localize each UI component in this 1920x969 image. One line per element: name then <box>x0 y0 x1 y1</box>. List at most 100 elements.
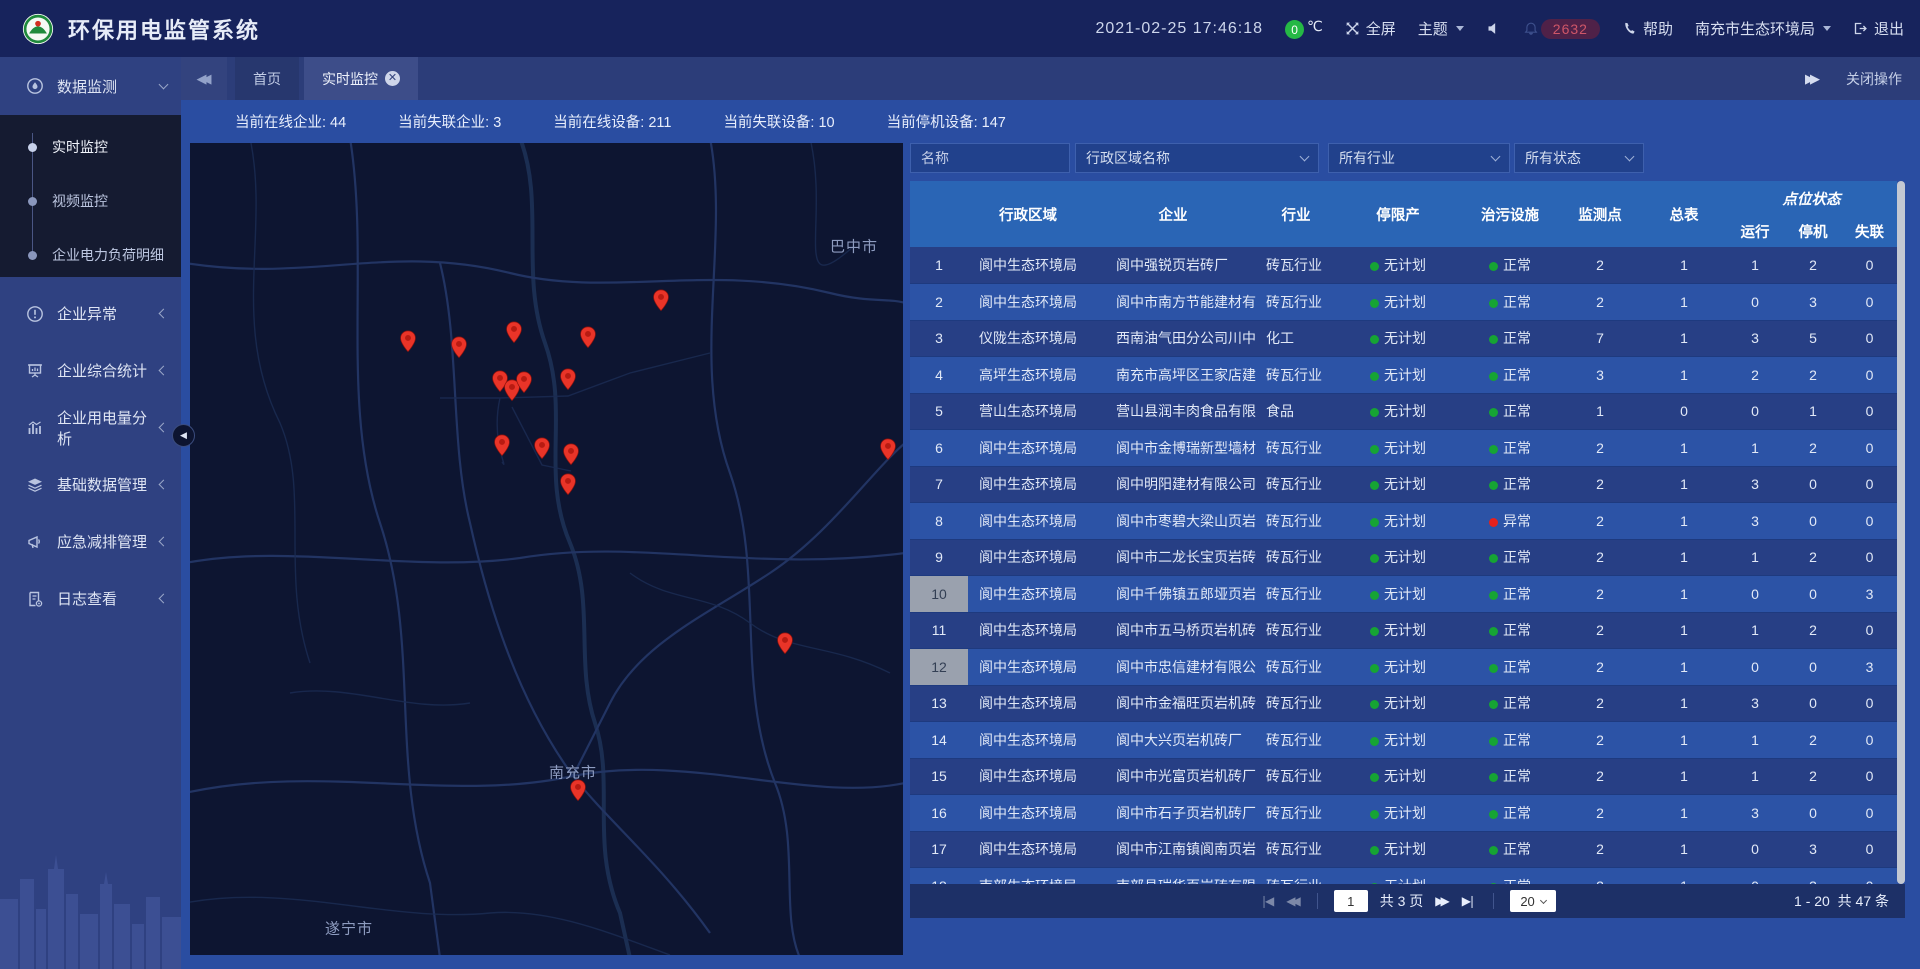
status-filter-select[interactable]: 所有状态 <box>1514 143 1644 173</box>
sidebar-item-power-load-detail[interactable]: 企业电力负荷明细 <box>0 228 181 282</box>
table-row[interactable]: 2阆中生态环境局阆中市南方节能建材有砖瓦行业无计划正常21030 <box>910 284 1897 321</box>
cell-region: 阆中生态环境局 <box>968 722 1088 759</box>
status-dot-green <box>1370 262 1379 271</box>
org-menu[interactable]: 南充市生态环境局 <box>1695 18 1831 39</box>
tabs-scroll-left-button[interactable]: ◀◀ <box>181 57 227 100</box>
page-number-input[interactable] <box>1334 890 1368 912</box>
sidebar-item-realtime-monitor[interactable]: 实时监控 <box>0 120 181 174</box>
sidebar-item-base-data[interactable]: 基础数据管理 <box>0 456 181 513</box>
map-pin[interactable] <box>506 321 523 349</box>
sidebar-item-emergency-reduction[interactable]: 应急减排管理 <box>0 513 181 570</box>
cell-industry: 砖瓦行业 <box>1258 576 1334 613</box>
map-pin[interactable] <box>580 326 597 354</box>
last-page-button[interactable]: ▶❘ <box>1462 894 1477 908</box>
first-page-button[interactable]: ❘◀ <box>1259 894 1274 908</box>
col-industry[interactable]: 行业 <box>1258 181 1334 247</box>
col-company[interactable]: 企业 <box>1088 181 1258 247</box>
map-pin[interactable] <box>494 434 511 462</box>
sidebar-item-power-analysis[interactable]: 企业用电量分析 <box>0 399 181 456</box>
table-row[interactable]: 13阆中生态环境局阆中市金福旺页岩机砖砖瓦行业无计划正常21300 <box>910 685 1897 722</box>
table-row[interactable]: 17阆中生态环境局阆中市江南镇阆南页岩砖瓦行业无计划正常21030 <box>910 831 1897 868</box>
map-pin[interactable] <box>570 779 587 807</box>
cell-row-number: 14 <box>910 722 968 759</box>
sidebar-item-enterprise-abnormal[interactable]: 企业异常 <box>0 285 181 342</box>
table-row[interactable]: 6阆中生态环境局阆中市金博瑞新型墙材砖瓦行业无计划正常21120 <box>910 430 1897 467</box>
sidebar-item-log-view[interactable]: 日志查看 <box>0 570 181 627</box>
cell-industry: 砖瓦行业 <box>1258 284 1334 321</box>
tab-realtime-monitor[interactable]: 实时监控 ✕ <box>304 57 418 100</box>
table-row[interactable]: 8阆中生态环境局阆中市枣碧大梁山页岩砖瓦行业无计划异常21300 <box>910 503 1897 540</box>
col-production-limit[interactable]: 停限产 <box>1334 181 1462 247</box>
map-pin[interactable] <box>534 437 551 465</box>
col-pollution-facility[interactable]: 治污设施 <box>1462 181 1558 247</box>
notification-button[interactable]: 2632 <box>1523 19 1600 39</box>
col-total-meter[interactable]: 总表 <box>1642 181 1726 247</box>
theme-button[interactable]: 主题 <box>1418 18 1464 39</box>
table-row[interactable]: 7阆中生态环境局阆中明阳建材有限公司砖瓦行业无计划正常21300 <box>910 466 1897 503</box>
sidebar-collapse-button[interactable]: ◀ <box>172 424 195 447</box>
cell-running: 1 <box>1726 539 1784 576</box>
map-pin[interactable] <box>516 371 533 399</box>
select-value: 所有行业 <box>1339 148 1395 168</box>
cell-company: 阆中市江南镇阆南页岩 <box>1088 831 1258 868</box>
page-size-select[interactable]: 20 <box>1510 890 1556 912</box>
map-pin[interactable] <box>560 473 577 501</box>
fullscreen-button[interactable]: 全屏 <box>1345 18 1396 39</box>
industry-filter-select[interactable]: 所有行业 <box>1328 143 1510 173</box>
cell-pollution-facility: 正常 <box>1462 795 1558 832</box>
table-scrollbar[interactable] <box>1897 181 1905 884</box>
sidebar-item-video-monitor[interactable]: 视频监控 <box>0 174 181 228</box>
map-pin[interactable] <box>563 443 580 471</box>
cell-company: 阆中市金福旺页岩机砖 <box>1088 685 1258 722</box>
table-row[interactable]: 10阆中生态环境局阆中千佛镇五郎垭页岩砖瓦行业无计划正常21003 <box>910 576 1897 613</box>
region-filter-select[interactable]: 行政区域名称 <box>1075 143 1319 173</box>
col-stopped[interactable]: 停机 <box>1784 215 1842 247</box>
table-row[interactable]: 9阆中生态环境局阆中市二龙长宝页岩砖砖瓦行业无计划正常21120 <box>910 539 1897 576</box>
map-roads <box>190 143 903 955</box>
col-running[interactable]: 运行 <box>1726 215 1784 247</box>
sidebar-item-data-monitor[interactable]: 数据监测 <box>0 64 181 108</box>
table-row[interactable]: 4高坪生态环境局南充市高坪区王家店建砖瓦行业无计划正常31220 <box>910 357 1897 394</box>
cell-offline: 0 <box>1842 503 1897 540</box>
tab-close-icon[interactable]: ✕ <box>385 71 400 86</box>
cell-row-number: 6 <box>910 430 968 467</box>
name-filter-input[interactable] <box>910 143 1070 173</box>
search-input[interactable] <box>921 150 1059 166</box>
pager-divider <box>1493 893 1494 909</box>
tab-home[interactable]: 首页 <box>235 57 299 100</box>
cell-company: 营山县润丰肉食品有限 <box>1088 393 1258 430</box>
table-row[interactable]: 11阆中生态环境局阆中市五马桥页岩机砖砖瓦行业无计划正常21120 <box>910 612 1897 649</box>
col-monitor-points[interactable]: 监测点 <box>1558 181 1642 247</box>
table-row[interactable]: 16阆中生态环境局阆中市石子页岩机砖厂砖瓦行业无计划正常21300 <box>910 795 1897 832</box>
table-row[interactable]: 14阆中生态环境局阆中大兴页岩机砖厂砖瓦行业无计划正常21120 <box>910 722 1897 759</box>
map-pin[interactable] <box>560 368 577 396</box>
map-pin[interactable] <box>653 289 670 317</box>
help-button[interactable]: 帮助 <box>1622 18 1673 39</box>
map-pin[interactable] <box>451 336 468 364</box>
table-row[interactable]: 1阆中生态环境局阆中强锐页岩砖厂砖瓦行业无计划正常21120 <box>910 247 1897 284</box>
table-row[interactable]: 3仪陇生态环境局西南油气田分公司川中化工无计划正常71350 <box>910 320 1897 357</box>
col-offline[interactable]: 失联 <box>1842 215 1897 247</box>
next-page-button[interactable]: ▶▶ <box>1435 894 1449 908</box>
map-pin[interactable] <box>400 330 417 358</box>
map-panel[interactable]: 巴中市 南充市 遂宁市 <box>190 143 903 955</box>
sidebar-item-enterprise-statistics[interactable]: 企业综合统计 <box>0 342 181 399</box>
prev-page-button[interactable]: ◀◀ <box>1286 894 1300 908</box>
status-dot-green <box>1489 554 1498 563</box>
close-operations-button[interactable]: 关闭操作 <box>1846 69 1902 89</box>
table-row[interactable]: 15阆中生态环境局阆中市光富页岩机砖厂砖瓦行业无计划正常21120 <box>910 758 1897 795</box>
sound-button[interactable] <box>1486 21 1501 36</box>
cell-monitor-points: 2 <box>1558 612 1642 649</box>
logout-button[interactable]: 退出 <box>1853 18 1904 39</box>
map-pin[interactable] <box>880 438 897 466</box>
table-row[interactable]: 12阆中生态环境局阆中市忠信建材有限公砖瓦行业无计划正常21003 <box>910 649 1897 686</box>
map-pin[interactable] <box>777 632 794 660</box>
table-row[interactable]: 5营山生态环境局营山县润丰肉食品有限食品无计划正常10010 <box>910 393 1897 430</box>
cell-row-number: 7 <box>910 466 968 503</box>
tabs-scroll-right-button[interactable]: ▶▶ <box>1805 71 1820 87</box>
cell-region: 阆中生态环境局 <box>968 685 1088 722</box>
sub-item-label: 企业电力负荷明细 <box>52 245 164 265</box>
speaker-icon <box>1486 21 1501 36</box>
cell-running: 3 <box>1726 795 1784 832</box>
col-region[interactable]: 行政区域 <box>968 181 1088 247</box>
